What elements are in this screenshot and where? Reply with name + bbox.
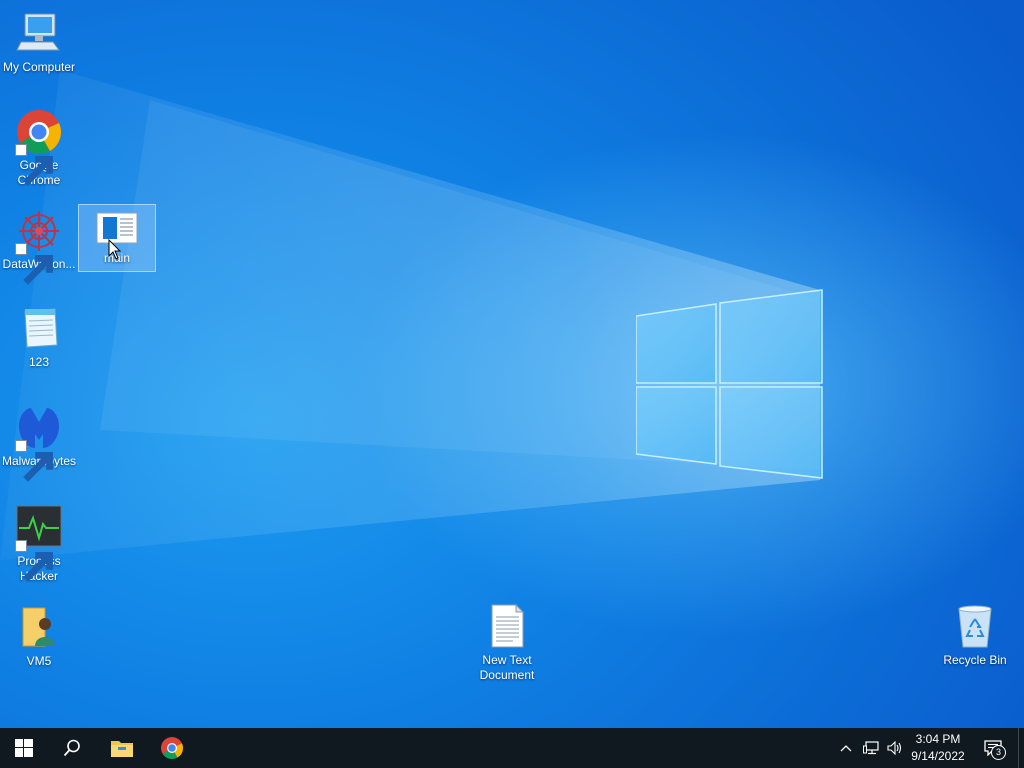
desktop-icon-datawagon[interactable]: DataWagon... — [1, 207, 77, 285]
volume-icon — [887, 741, 902, 755]
desktop-icon-main[interactable]: main — [78, 204, 156, 272]
desktop-icon-vm5[interactable]: VM5 — [1, 604, 77, 669]
desktop-icon-label: Recycle Bin — [943, 653, 1007, 667]
search-button[interactable] — [48, 728, 96, 768]
network-button[interactable] — [860, 728, 882, 768]
windows-logo-wallpaper — [636, 289, 823, 479]
process-hacker-icon — [15, 504, 63, 582]
mouse-cursor-icon — [108, 239, 122, 260]
shortcut-arrow-icon — [15, 540, 53, 582]
desktop-icon-123[interactable]: 123 — [1, 305, 77, 370]
notepad-icon — [15, 305, 63, 353]
show-hidden-icons-button[interactable] — [836, 728, 856, 768]
desktop-icon-new-text-document[interactable]: New Text Document — [469, 603, 545, 683]
recycle-bin-icon — [951, 603, 999, 651]
network-icon — [863, 741, 879, 755]
desktop-icon-label: My Computer — [2, 60, 76, 74]
malwarebytes-icon — [15, 404, 63, 482]
desktop[interactable]: My Computer Google Chrome DataWagon... 1… — [0, 0, 1024, 728]
volume-button[interactable] — [884, 728, 906, 768]
text-document-icon — [483, 603, 531, 651]
clock-date: 9/14/2022 — [911, 749, 965, 763]
action-center-icon: 3 — [984, 740, 1006, 760]
desktop-icon-label: New Text Document — [479, 653, 535, 682]
desktop-icon-label: VM5 — [26, 654, 52, 668]
show-desktop-button[interactable] — [1018, 728, 1024, 768]
shortcut-arrow-icon — [15, 144, 53, 186]
desktop-icon-recycle-bin[interactable]: Recycle Bin — [937, 603, 1013, 668]
start-button[interactable] — [0, 728, 48, 768]
desktop-icon-malwarebytes[interactable]: Malwarebytes — [1, 404, 77, 482]
taskbar-clock[interactable]: 3:04 PM 9/14/2022 — [906, 731, 970, 765]
user-folder-icon — [15, 604, 63, 652]
chrome-icon — [15, 108, 63, 186]
taskbar: 3:04 PM 9/14/2022 3 — [0, 728, 1024, 768]
desktop-icon-google-chrome[interactable]: Google Chrome — [1, 108, 77, 188]
computer-icon — [15, 10, 63, 58]
windows-start-icon — [15, 739, 33, 757]
chrome-icon — [161, 737, 183, 759]
datawagon-icon — [15, 207, 63, 285]
action-center-button[interactable]: 3 — [978, 728, 1008, 768]
desktop-icon-my-computer[interactable]: My Computer — [1, 10, 77, 75]
desktop-icon-process-hacker[interactable]: Process Hacker — [1, 504, 77, 584]
desktop-icon-label: 123 — [28, 355, 50, 369]
search-icon — [63, 739, 80, 757]
clock-time: 3:04 PM — [915, 732, 961, 746]
taskbar-file-explorer[interactable] — [98, 728, 146, 768]
shortcut-arrow-icon — [15, 243, 53, 285]
shortcut-arrow-icon — [15, 440, 53, 482]
notification-count-badge: 3 — [991, 745, 1006, 760]
file-explorer-icon — [111, 741, 133, 757]
taskbar-google-chrome[interactable] — [148, 728, 196, 768]
chevron-up-icon — [840, 745, 852, 752]
